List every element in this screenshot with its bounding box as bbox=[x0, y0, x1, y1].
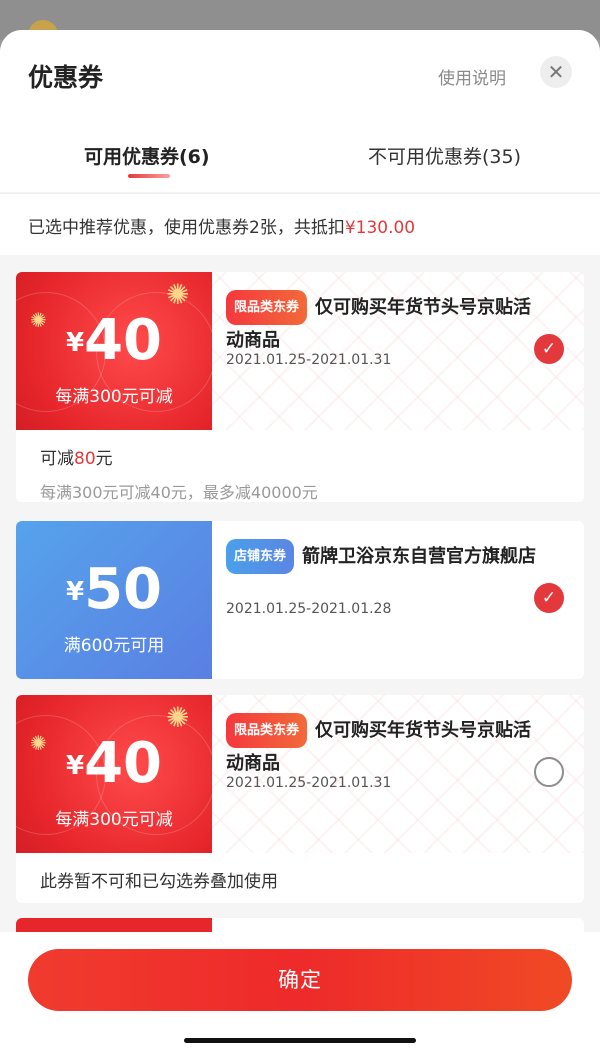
summary-amount: ¥130.00 bbox=[344, 218, 416, 238]
coupon-condition: 每满300元可减 bbox=[55, 387, 173, 407]
confirm-button[interactable]: 确定 bbox=[28, 949, 572, 1011]
discount-amount: 可减80元 bbox=[40, 449, 113, 469]
coupon-title: 限品类东券 仅可购买年货节头号京贴活动商品 bbox=[226, 290, 546, 356]
coupon-sheet: 优惠券 使用说明 ✕ 可用优惠券(6) 不可用优惠券(35) 已选中推荐优惠，使… bbox=[0, 30, 600, 1052]
unchecked-radio[interactable] bbox=[534, 757, 564, 787]
checked-icon[interactable]: ✓ bbox=[534, 334, 564, 364]
coupon-value-panel: ✺ ✺ ¥40 每满300元可减 bbox=[16, 695, 216, 853]
coupon-card[interactable]: ¥50 满600元可用 店铺东券 箭牌卫浴京东自营官方旗舰店 2021.01.25… bbox=[16, 521, 584, 679]
firework-icon: ✺ bbox=[166, 278, 190, 311]
coupon-footer: 此券暂不可和已勾选券叠加使用 bbox=[16, 853, 584, 903]
checked-icon[interactable]: ✓ bbox=[534, 583, 564, 613]
coupon-card[interactable]: ✺ ✺ ¥40 每满300元可减 限品类东券 仅可购买年货节头号京贴活动商品 20… bbox=[16, 695, 584, 903]
stacking-note: 此券暂不可和已勾选券叠加使用 bbox=[40, 872, 278, 892]
coupon-footer: 可减80元 每满300元可减40元，最多减40000元 bbox=[16, 430, 584, 502]
coupon-amount: ¥40 bbox=[65, 308, 163, 373]
discount-detail: 每满300元可减40元，最多减40000元 bbox=[40, 483, 318, 502]
page-title: 优惠券 bbox=[28, 63, 104, 92]
coupon-validity: 2021.01.25-2021.01.28 bbox=[226, 601, 392, 617]
close-icon[interactable]: ✕ bbox=[540, 56, 572, 88]
active-tab-indicator bbox=[128, 174, 170, 178]
coupon-value-panel: ¥50 满600元可用 bbox=[16, 521, 212, 679]
tab-available[interactable]: 可用优惠券(6) bbox=[84, 142, 210, 169]
coupon-amount: ¥50 bbox=[65, 557, 163, 622]
coupon-info: 店铺东券 箭牌卫浴京东自营官方旗舰店 2021.01.25-2021.01.28 … bbox=[212, 521, 584, 679]
coupon-info: 限品类东券 仅可购买年货节头号京贴活动商品 2021.01.25-2021.01.… bbox=[212, 695, 584, 853]
coupon-condition: 满600元可用 bbox=[63, 636, 165, 656]
coupon-validity: 2021.01.25-2021.01.31 bbox=[226, 775, 392, 791]
summary-text: 已选中推荐优惠，使用优惠券2张，共抵扣 bbox=[28, 218, 345, 238]
coupon-title: 店铺东券 箭牌卫浴京东自营官方旗舰店 bbox=[226, 539, 546, 574]
coupon-value-panel: ✺ ✺ ¥40 每满300元可减 bbox=[16, 272, 216, 430]
home-indicator bbox=[184, 1038, 416, 1043]
coupon-card[interactable]: ✺ ✺ ¥40 每满300元可减 限品类东券 仅可购买年货节头号京贴活动商品 20… bbox=[16, 272, 584, 502]
coupon-type-badge: 限品类东券 bbox=[226, 290, 308, 325]
firework-icon: ✺ bbox=[166, 701, 190, 734]
coupon-info: 限品类东券 仅可购买年货节头号京贴活动商品 2021.01.25-2021.01.… bbox=[212, 272, 584, 430]
coupon-type-badge: 限品类东券 bbox=[226, 713, 308, 748]
coupon-condition: 每满300元可减 bbox=[55, 810, 173, 830]
selection-summary: 已选中推荐优惠，使用优惠券2张，共抵扣¥130.00 bbox=[0, 193, 600, 255]
coupon-validity: 2021.01.25-2021.01.31 bbox=[226, 352, 392, 368]
coupon-amount: ¥40 bbox=[65, 731, 163, 796]
tab-unavailable[interactable]: 不可用优惠券(35) bbox=[368, 142, 521, 169]
coupon-type-badge: 店铺东券 bbox=[226, 539, 295, 574]
bottom-bar: 确定 bbox=[0, 932, 600, 1052]
coupon-title: 限品类东券 仅可购买年货节头号京贴活动商品 bbox=[226, 713, 546, 779]
usage-instructions-link[interactable]: 使用说明 bbox=[438, 64, 506, 89]
sheet-header: 优惠券 使用说明 ✕ 可用优惠券(6) 不可用优惠券(35) bbox=[0, 30, 600, 192]
